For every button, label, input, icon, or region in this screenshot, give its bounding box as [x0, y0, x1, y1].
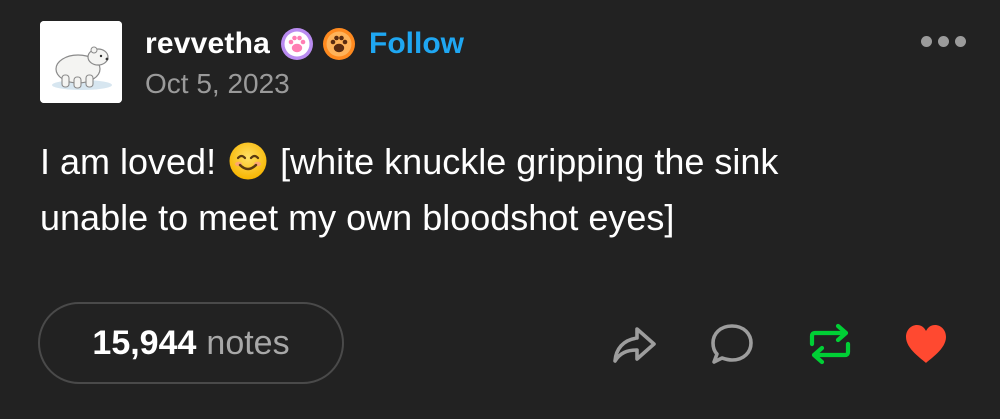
avatar[interactable]	[40, 21, 122, 103]
more-dot	[921, 36, 932, 47]
orange-paw-badge-icon[interactable]	[322, 27, 356, 61]
reply-button[interactable]	[708, 320, 756, 368]
post-body: I am loved! [white knuckle gripping the …	[40, 134, 940, 246]
more-dot	[938, 36, 949, 47]
username[interactable]: revvetha	[145, 27, 270, 61]
post-text-rest: [white knuckle gripping the sink	[280, 141, 779, 182]
reblog-icon	[809, 323, 851, 365]
name-row: revvetha Follow	[145, 22, 464, 66]
share-icon	[613, 327, 656, 363]
share-button[interactable]	[610, 320, 658, 368]
post-line-1: I am loved! [white knuckle gripping the …	[40, 134, 940, 190]
pink-paw-badge-icon[interactable]	[280, 27, 314, 61]
reply-icon	[711, 324, 753, 364]
notes-label: notes	[206, 323, 290, 362]
like-button[interactable]	[902, 320, 950, 368]
smiling-face-emoji-icon	[228, 141, 268, 181]
post-header: revvetha Follow Oct 5, 2023	[145, 22, 464, 100]
follow-button[interactable]: Follow	[369, 27, 464, 61]
reblog-button[interactable]	[806, 320, 854, 368]
post-text-start: I am loved!	[40, 141, 217, 182]
notes-count: 15,944	[92, 323, 197, 362]
post-line-2: unable to meet my own bloodshot eyes]	[40, 197, 675, 238]
more-options-button[interactable]	[921, 36, 966, 47]
polar-bear-icon	[40, 21, 122, 103]
notes-button[interactable]: 15,944 notes	[38, 302, 344, 384]
more-dot	[955, 36, 966, 47]
post-date[interactable]: Oct 5, 2023	[145, 68, 464, 100]
heart-icon	[906, 325, 946, 363]
